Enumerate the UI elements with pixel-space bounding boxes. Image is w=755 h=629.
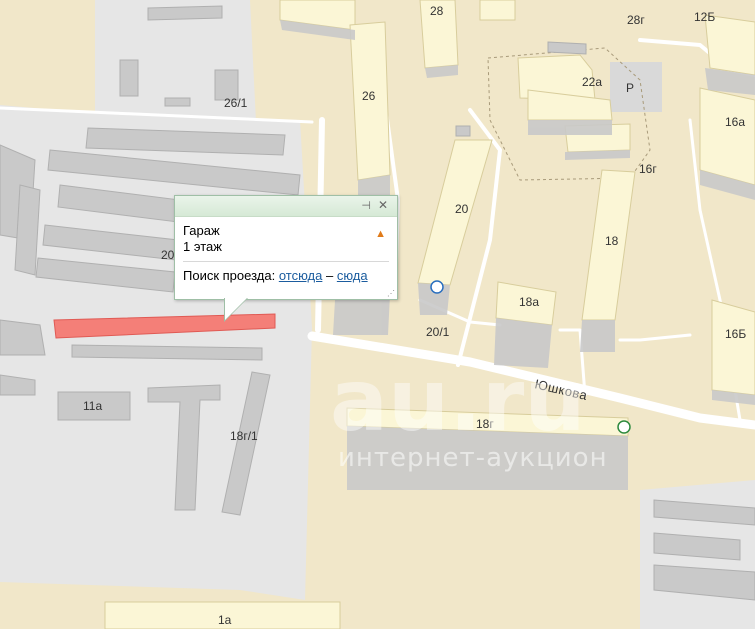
map-canvas: 28 28г 12Б 26 26/1 22а P 16а 16г 20 18 1… bbox=[0, 0, 755, 629]
label-parking: P bbox=[626, 81, 634, 95]
parking-area bbox=[610, 62, 662, 112]
watermark-subtitle: интернет-аукцион bbox=[338, 443, 608, 473]
label-12b: 12Б bbox=[694, 10, 715, 24]
map-view[interactable]: 28 28г 12Б 26 26/1 22а P 16а 16г 20 18 1… bbox=[0, 0, 755, 629]
info-marker-icon bbox=[430, 280, 444, 294]
label-16a: 16а bbox=[725, 115, 745, 129]
label-28g: 28г bbox=[627, 13, 645, 27]
label-26: 26 bbox=[362, 89, 376, 103]
label-18: 18 bbox=[605, 234, 619, 248]
label-18a: 18а bbox=[519, 295, 539, 309]
divider bbox=[183, 261, 389, 262]
close-icon[interactable]: ✕ bbox=[378, 198, 388, 212]
object-floor: 1 этаж bbox=[183, 239, 222, 254]
label-20: 20 bbox=[455, 202, 469, 216]
label-16b: 16Б bbox=[725, 327, 746, 341]
label-16g: 16г bbox=[639, 162, 657, 176]
label-26-1: 26/1 bbox=[224, 96, 248, 110]
info-popup: ⊣ ✕ ▲ Гараж 1 этаж Поиск проезда: отсюда… bbox=[174, 195, 398, 322]
label-20-1: 20/1 bbox=[426, 325, 450, 339]
poi-marker-icon bbox=[617, 420, 631, 434]
resize-handle-icon[interactable]: ⋰ bbox=[387, 289, 395, 298]
road-south bbox=[618, 333, 692, 342]
watermark-logo: au.ru bbox=[330, 351, 586, 451]
route-dash: – bbox=[325, 268, 334, 283]
label-28: 28 bbox=[430, 4, 444, 18]
route-label: Поиск проезда: bbox=[183, 268, 276, 283]
label-22a: 22а bbox=[582, 75, 602, 89]
popup-header: ⊣ ✕ bbox=[175, 196, 397, 217]
object-title: Гараж bbox=[183, 223, 220, 238]
label-1a: 1а bbox=[218, 613, 232, 627]
label-20-partial: 20 bbox=[161, 248, 175, 262]
pin-icon[interactable]: ⊣ bbox=[361, 199, 371, 212]
label-11a: 11а bbox=[83, 399, 102, 413]
route-from-link[interactable]: отсюда bbox=[279, 268, 323, 283]
route-to-link[interactable]: сюда bbox=[337, 268, 368, 283]
route-search: Поиск проезда: отсюда – сюда bbox=[183, 268, 389, 283]
label-18g-1: 18г/1 bbox=[230, 429, 258, 443]
popup-pointer bbox=[225, 298, 247, 320]
warning-icon[interactable]: ▲ bbox=[375, 228, 386, 240]
